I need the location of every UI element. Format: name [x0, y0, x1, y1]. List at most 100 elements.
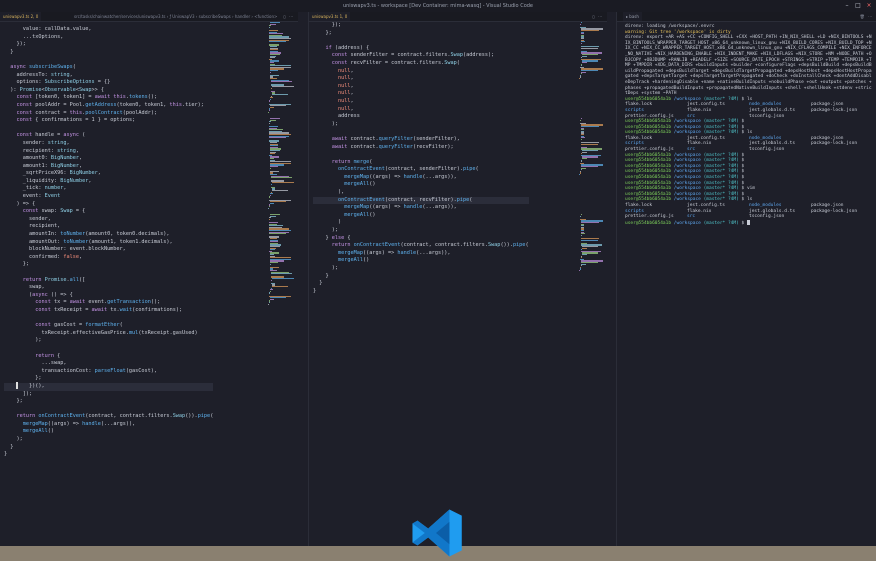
code-line[interactable]: amount1: BigNumber,: [4, 163, 213, 171]
code-line[interactable]: null,: [313, 68, 529, 76]
code-line[interactable]: [313, 128, 529, 136]
code-line[interactable]: }: [4, 444, 213, 452]
code-line[interactable]: null,: [313, 98, 529, 106]
code-line[interactable]: amountIn: toNumber(amount0, token0.decim…: [4, 231, 213, 239]
code-line[interactable]: null,: [313, 90, 529, 98]
code-line[interactable]: await contract.queryFilter(senderFilter)…: [313, 136, 529, 144]
code-line[interactable]: null,: [313, 83, 529, 91]
code-line[interactable]: };: [4, 398, 213, 406]
code-line[interactable]: blockNumber: event.blockNumber,: [4, 246, 213, 254]
code-line[interactable]: _sqrtPriceX96: BigNumber,: [4, 170, 213, 178]
code-line[interactable]: const swap: Swap = {: [4, 208, 213, 216]
code-line[interactable]: null,: [313, 106, 529, 114]
code-line[interactable]: [313, 151, 529, 159]
code-line[interactable]: value: callData.value,: [4, 26, 213, 34]
code-line[interactable]: };: [4, 261, 213, 269]
code-line[interactable]: mergeMap((args) => handle(...args)),: [313, 204, 529, 212]
code-line[interactable]: swap,: [4, 284, 213, 292]
code-line[interactable]: const { confirmations = 1 } = options;: [4, 117, 213, 125]
code-line[interactable]: });: [313, 22, 529, 30]
code-line[interactable]: }: [4, 49, 213, 57]
code-line[interactable]: const handle = async (: [4, 132, 213, 140]
code-line[interactable]: const gasCost = formatEther(: [4, 322, 213, 330]
code-line[interactable]: event: Event: [4, 193, 213, 201]
code-line[interactable]: return onContractEvent(contract, contrac…: [313, 242, 529, 250]
code-line[interactable]: ...txOptions,: [4, 34, 213, 42]
minimap[interactable]: [266, 22, 294, 542]
code-line[interactable]: onContractEvent(contract, recvFilter).pi…: [313, 196, 529, 205]
code-line[interactable]: const contract = this.poolContract(poolA…: [4, 110, 213, 118]
code-line[interactable]: await contract.queryFilter(recvFilter);: [313, 144, 529, 152]
code-line[interactable]: mergeMap((args) => handle(...args)),: [313, 250, 529, 258]
code-line[interactable]: }: [313, 288, 529, 296]
editor-tab[interactable]: uniswapv3.ts 1, 0: [309, 12, 351, 21]
code-line[interactable]: if (address) {: [313, 45, 529, 53]
code-area[interactable]: }); }; if (address) { const senderFilter…: [313, 22, 529, 295]
editor-actions-icon[interactable]: ▯ ⋯: [593, 12, 603, 21]
code-line[interactable]: [4, 315, 213, 323]
code-line[interactable]: const poolAddr = Pool.getAddress(token0,…: [4, 102, 213, 110]
code-line[interactable]: mergeMap((args) => handle(...args)),: [313, 174, 529, 182]
code-line[interactable]: mergeMap((args) => handle(...args)),: [4, 421, 213, 429]
code-line[interactable]: [4, 56, 213, 64]
code-line[interactable]: );: [4, 337, 213, 345]
code-line[interactable]: confirmed: false,: [4, 254, 213, 262]
code-line[interactable]: const txReceipt = await tx.wait(confirma…: [4, 307, 213, 315]
code-line[interactable]: );: [313, 121, 529, 129]
terminal-actions-icon[interactable]: 🗑 ⋯: [860, 12, 873, 21]
code-line[interactable]: transactionCost: parseFloat(gasCost),: [4, 368, 213, 376]
code-line[interactable]: options: SubscribeOptions = {}: [4, 79, 213, 87]
code-line[interactable]: );: [313, 265, 529, 273]
editor-actions-icon[interactable]: ▯ ⋯: [284, 12, 294, 21]
terminal-tab[interactable]: ▸ bash: [623, 12, 642, 21]
code-line[interactable]: );: [313, 227, 529, 235]
code-line[interactable]: const tx = await event.getTransaction();: [4, 299, 213, 307]
code-line[interactable]: mergeAll(): [313, 257, 529, 265]
minimap[interactable]: [577, 22, 603, 542]
code-line[interactable]: amount0: BigNumber,: [4, 155, 213, 163]
terminal-output[interactable]: direnv: loading /workspace/.envrc warning…: [625, 24, 873, 226]
code-line[interactable]: sender,: [4, 216, 213, 224]
code-line[interactable]: return merge(: [313, 159, 529, 167]
code-line[interactable]: }: [313, 273, 529, 281]
code-line[interactable]: recipient: string,: [4, 148, 213, 156]
code-line[interactable]: async subscribeSwaps(: [4, 64, 213, 72]
code-line[interactable]: ): Promise<Observable<Swap>> {: [4, 87, 213, 95]
code-line[interactable]: return onContractEvent(contract, contrac…: [4, 413, 214, 421]
editor-tab[interactable]: uniswapv3.ts 2, 0: [0, 12, 42, 21]
code-line[interactable]: const senderFilter = contract.filters.Sw…: [313, 52, 529, 60]
code-line[interactable]: mergeAll(): [313, 181, 529, 189]
code-line[interactable]: return {: [4, 353, 213, 361]
code-line[interactable]: } else {: [313, 235, 529, 243]
code-area[interactable]: value: callData.value, ...txOptions, });…: [4, 26, 214, 459]
code-line[interactable]: ),: [313, 189, 529, 197]
code-line[interactable]: ): [313, 219, 529, 227]
code-line[interactable]: sender: string,: [4, 140, 213, 148]
code-line[interactable]: mergeAll(): [4, 428, 213, 436]
code-line[interactable]: null,: [313, 75, 529, 83]
code-line[interactable]: ) => {: [4, 201, 213, 209]
code-line[interactable]: [4, 345, 213, 353]
code-line[interactable]: [4, 125, 213, 133]
code-line[interactable]: }: [4, 451, 213, 459]
close-button[interactable]: ×: [864, 0, 874, 12]
code-line[interactable]: })(),: [4, 382, 214, 391]
code-line[interactable]: const recvFilter = contract.filters.Swap…: [313, 60, 529, 68]
code-line[interactable]: txReceipt.effectiveGasPrice.mul(txReceip…: [4, 330, 213, 338]
code-line[interactable]: ...swap,: [4, 360, 213, 368]
code-line[interactable]: const [token0, token1] = await this.toke…: [4, 94, 213, 102]
code-line[interactable]: amountOut: toNumber(amount1, token1.deci…: [4, 239, 213, 247]
code-line[interactable]: addressTo: string,: [4, 72, 213, 80]
code-line[interactable]: address: [313, 113, 529, 121]
minimize-button[interactable]: –: [842, 0, 852, 12]
maximize-button[interactable]: □: [853, 0, 863, 12]
code-line[interactable]: recipient,: [4, 223, 213, 231]
code-line[interactable]: };: [4, 375, 213, 383]
code-line[interactable]: [4, 406, 213, 414]
code-line[interactable]: onContractEvent(contract, senderFilter).…: [313, 166, 529, 174]
code-line[interactable]: }: [313, 280, 529, 288]
code-line[interactable]: );: [4, 436, 213, 444]
code-line[interactable]: [313, 37, 529, 45]
code-line[interactable]: mergeAll(): [313, 212, 529, 220]
code-line[interactable]: _liquidity: BigNumber,: [4, 178, 213, 186]
